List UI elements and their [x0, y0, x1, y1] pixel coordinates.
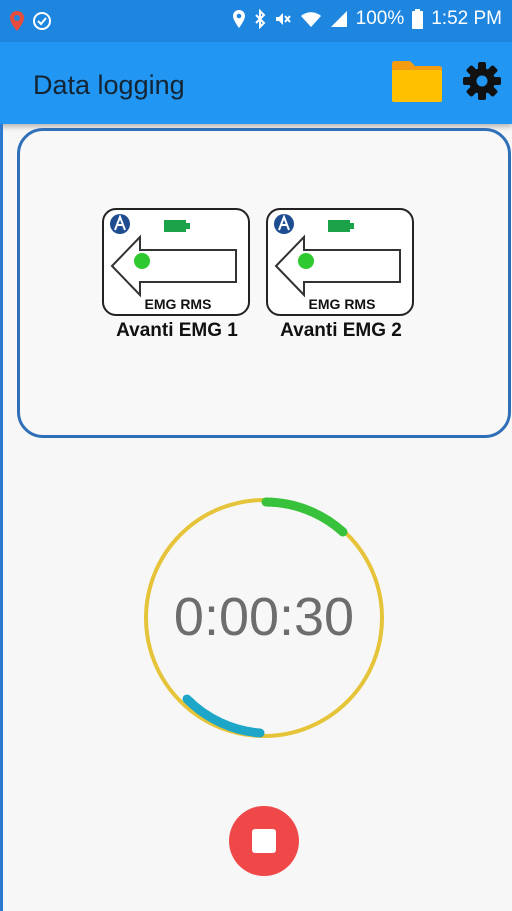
screen-edge	[0, 124, 3, 911]
sensor-name: Avanti EMG 1	[116, 320, 238, 341]
location-pin-icon	[10, 11, 24, 31]
location-icon	[232, 10, 245, 28]
bluetooth-icon	[254, 9, 266, 29]
folder-button[interactable]	[390, 58, 444, 104]
settings-button[interactable]	[462, 61, 502, 101]
signal-icon	[330, 11, 347, 27]
battery-percentage: 100%	[355, 8, 405, 29]
connection-dot-icon	[298, 253, 314, 269]
battery-full-icon	[328, 220, 350, 232]
stop-button[interactable]	[227, 804, 301, 878]
sensor-mode: EMG RMS	[308, 296, 376, 312]
clock: 1:52 PM	[431, 8, 502, 29]
sensor-tile: EMG RMS	[266, 208, 414, 316]
sensor-tile: EMG RMS	[102, 208, 250, 316]
wifi-icon	[300, 12, 321, 27]
mute-icon	[275, 13, 291, 25]
sensor-name: Avanti EMG 2	[280, 320, 402, 341]
folder-icon	[392, 61, 442, 102]
arrow-left-icon	[110, 234, 237, 298]
check-circle-icon	[33, 12, 51, 30]
arrow-left-icon	[274, 234, 401, 298]
elapsed-time: 0:00:30	[173, 587, 355, 647]
timer-progress-green	[261, 497, 348, 537]
battery-full-icon	[164, 220, 186, 232]
battery-icon	[412, 9, 424, 29]
connection-dot-icon	[134, 253, 150, 269]
gear-icon	[463, 62, 501, 100]
stop-icon	[252, 829, 276, 853]
sensor-mode: EMG RMS	[144, 296, 212, 312]
status-bar: 100% 1:52 PM	[0, 0, 512, 42]
page-title: Data logging	[33, 70, 185, 100]
sensor-panel: EMG RMS Avanti EMG 1 EMG RMS Avanti EMG …	[17, 128, 511, 438]
